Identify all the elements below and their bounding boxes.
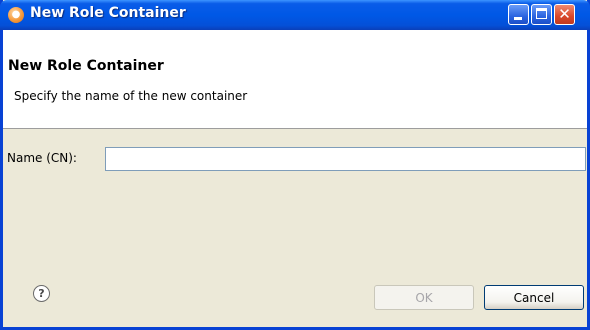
page-title: New Role Container <box>8 58 164 74</box>
help-icon[interactable]: ? <box>33 285 50 302</box>
minimize-icon <box>514 17 522 20</box>
ok-button[interactable]: OK <box>374 285 474 310</box>
maximize-icon <box>536 8 547 19</box>
title-bar[interactable]: ● New Role Container ✕ <box>0 0 590 30</box>
dialog-header: New Role Container Specify the name of t… <box>3 30 587 129</box>
page-description: Specify the name of the new container <box>14 89 248 103</box>
name-label: Name (CN): <box>7 151 77 165</box>
window-title: New Role Container <box>30 5 186 21</box>
close-icon: ✕ <box>558 5 571 23</box>
maximize-button[interactable] <box>531 4 552 25</box>
name-input[interactable] <box>105 147 586 171</box>
app-icon: ● <box>8 7 24 23</box>
close-button[interactable]: ✕ <box>554 4 575 25</box>
name-field-row: Name (CN): <box>3 147 587 171</box>
dialog-window: ● New Role Container ✕ New Role Containe… <box>0 0 590 330</box>
minimize-button[interactable] <box>508 4 529 25</box>
cancel-button[interactable]: Cancel <box>484 285 584 310</box>
